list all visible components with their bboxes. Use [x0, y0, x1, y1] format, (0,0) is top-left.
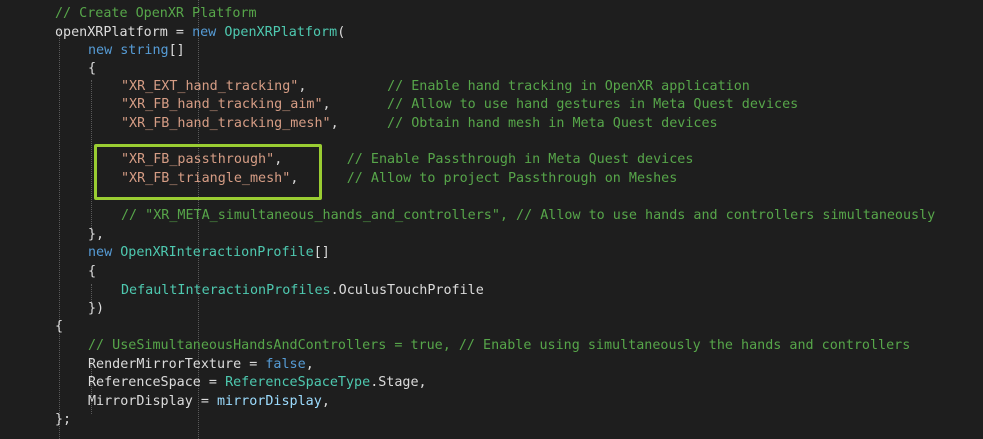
code-line[interactable]: // "XR_META_simultaneous_hands_and_contr… — [121, 206, 935, 225]
code-token-comment: // Enable Passthrough in Meta Quest devi… — [346, 152, 694, 167]
code-token-comment: // Allow to project Passthrough on Meshe… — [346, 171, 678, 186]
code-token-ident: , — [330, 116, 388, 131]
code-line[interactable]: DefaultInteractionProfiles.OculusTouchPr… — [121, 281, 484, 300]
code-token-ident: }, — [88, 227, 105, 242]
indent-guide — [91, 80, 92, 230]
code-token-kw: new — [88, 43, 121, 58]
code-token-ident: { — [88, 61, 97, 76]
code-line[interactable]: RenderMirrorTexture = false, — [88, 355, 314, 374]
code-token-type: DefaultInteractionProfiles — [121, 283, 331, 298]
code-token-ident: ( — [337, 25, 346, 40]
code-token-kw: new — [192, 25, 225, 40]
code-line[interactable]: // UseSimultaneousHandsAndControllers = … — [88, 336, 910, 355]
code-token-ident: }; — [55, 412, 72, 427]
code-token-str: "XR_FB_hand_tracking_mesh" — [121, 116, 331, 131]
code-token-comment: // Enable hand tracking in OpenXR applic… — [387, 79, 750, 94]
code-line[interactable]: }) — [88, 299, 104, 318]
code-token-kw: new — [88, 245, 121, 260]
code-token-ident: .Stage, — [370, 375, 427, 390]
code-line[interactable]: { — [88, 59, 96, 78]
highlight-box — [94, 144, 322, 200]
code-line[interactable]: // Create OpenXR Platform — [55, 4, 257, 23]
code-token-ident: , — [322, 97, 388, 112]
code-line[interactable]: openXRPlatform = new OpenXRPlatform( — [55, 23, 345, 42]
code-line[interactable]: MirrorDisplay = mirrorDisplay, — [88, 392, 330, 411]
code-token-type: OpenXRInteractionProfile — [120, 245, 314, 260]
code-token-var: mirrorDisplay — [217, 394, 322, 409]
code-line[interactable]: ReferenceSpace = ReferenceSpaceType.Stag… — [88, 373, 427, 392]
code-line[interactable]: "XR_FB_hand_tracking_aim", // Allow to u… — [121, 95, 798, 114]
code-line[interactable]: "XR_FB_hand_tracking_mesh", // Obtain ha… — [121, 114, 718, 133]
code-token-ident: ReferenceSpace = — [88, 375, 226, 390]
code-line[interactable]: }, — [88, 225, 104, 244]
code-token-ident: [] — [313, 245, 330, 260]
code-token-ident: { — [88, 264, 97, 279]
code-token-ident: , — [305, 357, 314, 372]
code-token-type: OpenXRPlatform — [224, 25, 338, 40]
code-token-ident: openXRPlatform = — [55, 25, 193, 40]
code-token-kw: string — [120, 43, 169, 58]
code-token-str: "XR_EXT_hand_tracking" — [121, 79, 299, 94]
code-token-ident: RenderMirrorTexture = — [88, 357, 266, 372]
code-line[interactable]: new OpenXRInteractionProfile[] — [88, 243, 330, 262]
indent-guide — [59, 30, 60, 439]
code-token-str: "XR_FB_hand_tracking_aim" — [121, 97, 323, 112]
code-line[interactable]: { — [88, 262, 96, 281]
code-line[interactable]: new string[] — [88, 41, 185, 60]
code-line[interactable]: }; — [55, 410, 71, 429]
code-token-comment: // Obtain hand mesh in Meta Quest device… — [387, 116, 718, 131]
code-token-ident: MirrorDisplay = — [88, 394, 217, 409]
code-token-kw: false — [265, 357, 306, 372]
code-token-ident: , — [321, 394, 330, 409]
code-token-comment: // Create OpenXR Platform — [55, 6, 257, 21]
code-line[interactable]: { — [55, 317, 63, 336]
code-token-comment: // UseSimultaneousHandsAndControllers = … — [88, 338, 911, 353]
code-editor[interactable]: // Create OpenXR Platform openXRPlatform … — [0, 0, 983, 439]
code-token-ident: }) — [88, 301, 105, 316]
code-token-type: ReferenceSpaceType — [225, 375, 371, 390]
code-token-ident: , — [298, 79, 388, 94]
code-token-comment: // Allow to use hand gestures in Meta Qu… — [387, 97, 799, 112]
code-token-ident: [] — [168, 43, 185, 58]
code-token-comment: // "XR_META_simultaneous_hands_and_contr… — [121, 208, 936, 223]
code-line[interactable]: "XR_EXT_hand_tracking", // Enable hand t… — [121, 77, 750, 96]
code-token-ident: { — [55, 319, 64, 334]
code-token-ident: .OculusTouchProfile — [330, 283, 484, 298]
